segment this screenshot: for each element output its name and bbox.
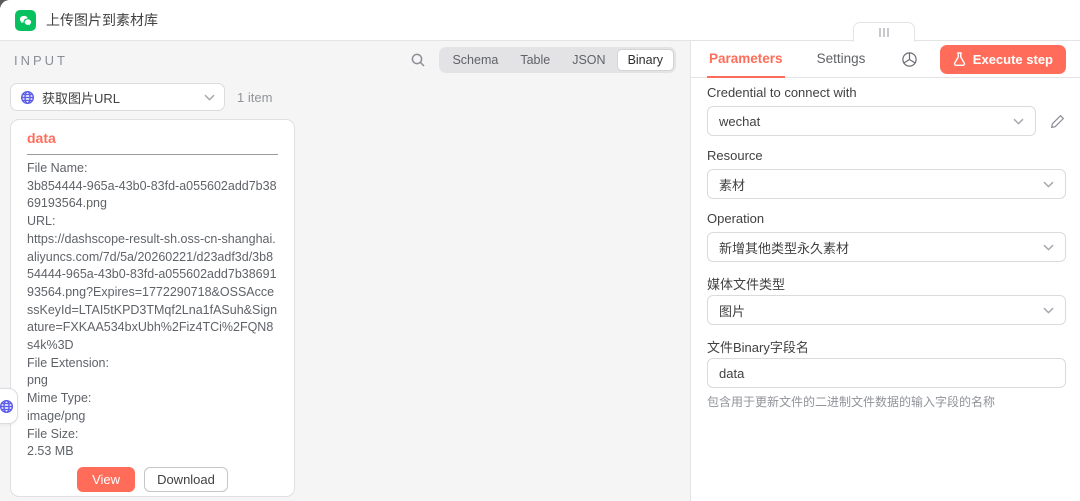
tab-schema[interactable]: Schema <box>441 49 509 71</box>
tab-settings[interactable]: Settings <box>815 41 868 78</box>
media-type-select[interactable]: 图片 <box>707 295 1066 325</box>
chevron-down-icon <box>1043 181 1054 188</box>
input-source-select[interactable]: 获取图片URL <box>10 83 225 111</box>
field-binary-name: 文件Binary字段名 data 包含用于更新文件的二进制文件数据的输入字段的名… <box>707 337 1066 410</box>
meta-value: 2.53 MB <box>27 443 278 461</box>
download-button[interactable]: Download <box>144 467 228 492</box>
field-label: Operation <box>707 211 1066 227</box>
operation-select[interactable]: 新增其他类型永久素材 <box>707 232 1066 262</box>
field-resource: Resource 素材 <box>707 148 1066 199</box>
resource-select[interactable]: 素材 <box>707 169 1066 199</box>
edge-node-pill[interactable] <box>0 388 18 424</box>
panel-drag-handle[interactable] <box>853 22 915 42</box>
globe-icon <box>0 399 14 414</box>
wechat-node-icon <box>15 10 36 31</box>
binary-data-card: data File Name: 3b854444-965a-43b0-83fd-… <box>10 119 295 497</box>
field-help-text: 包含用于更新文件的二进制文件数据的输入字段的名称 <box>707 393 1066 410</box>
input-source-value: 获取图片URL <box>42 88 204 107</box>
meta-label: File Extension: <box>27 355 278 373</box>
globe-icon <box>20 90 35 105</box>
meta-label: Mime Type: <box>27 390 278 408</box>
node-title-bar: 上传图片到素材库 <box>0 0 1080 41</box>
node-detail-view: 上传图片到素材库 INPUT Schema Table JSON Binary <box>0 0 1080 501</box>
field-operation: Operation 新增其他类型永久素材 <box>707 211 1066 262</box>
divider <box>27 154 278 155</box>
items-count: 1 item <box>237 90 272 105</box>
binary-meta: File Name: 3b854444-965a-43b0-83fd-a0556… <box>27 160 278 461</box>
tab-json[interactable]: JSON <box>561 49 616 71</box>
tab-table[interactable]: Table <box>509 49 561 71</box>
meta-value: 3b854444-965a-43b0-83fd-a055602add7b3869… <box>27 178 278 213</box>
binary-key: data <box>27 130 278 146</box>
view-button[interactable]: View <box>77 467 135 492</box>
field-label: Credential to connect with <box>707 85 1066 101</box>
field-media-type: 媒体文件类型 图片 <box>707 274 1066 325</box>
chevron-down-icon <box>1043 244 1054 251</box>
tab-binary[interactable]: Binary <box>617 49 674 71</box>
meta-label: URL: <box>27 213 278 231</box>
display-mode-switcher: Schema Table JSON Binary <box>439 47 676 73</box>
field-label: 文件Binary字段名 <box>707 337 1066 353</box>
ndv-tab-bar: Parameters Settings Execute step <box>691 41 1080 78</box>
parameters-form: Credential to connect with wechat <box>691 78 1080 410</box>
binary-field-input[interactable]: data <box>707 358 1066 388</box>
input-source-row: 获取图片URL 1 item <box>10 83 676 111</box>
input-panel: INPUT Schema Table JSON Binary <box>0 41 690 501</box>
meta-label: File Name: <box>27 160 278 178</box>
parameters-panel: Parameters Settings Execute step Credent… <box>690 41 1080 501</box>
meta-value: png <box>27 372 278 390</box>
chevron-down-icon <box>1013 118 1024 125</box>
field-credential: Credential to connect with wechat <box>707 85 1066 136</box>
search-icon[interactable] <box>407 49 429 71</box>
flask-icon <box>953 52 966 66</box>
edit-credential-icon[interactable] <box>1048 112 1066 130</box>
field-label: 媒体文件类型 <box>707 274 1066 290</box>
meta-value: https://dashscope-result-sh.oss-cn-shang… <box>27 231 278 355</box>
docs-icon[interactable] <box>900 49 920 69</box>
chevron-down-icon <box>204 94 215 101</box>
credential-select[interactable]: wechat <box>707 106 1036 136</box>
input-panel-header: INPUT Schema Table JSON Binary <box>0 41 690 79</box>
field-label: Resource <box>707 148 1066 164</box>
execute-step-button[interactable]: Execute step <box>940 45 1066 74</box>
node-title: 上传图片到素材库 <box>46 10 158 30</box>
meta-label: File Size: <box>27 426 278 444</box>
meta-value: image/png <box>27 408 278 426</box>
input-panel-title: INPUT <box>14 53 68 68</box>
tab-parameters[interactable]: Parameters <box>707 41 785 78</box>
chevron-down-icon <box>1043 307 1054 314</box>
binary-actions: View Download <box>27 467 278 492</box>
